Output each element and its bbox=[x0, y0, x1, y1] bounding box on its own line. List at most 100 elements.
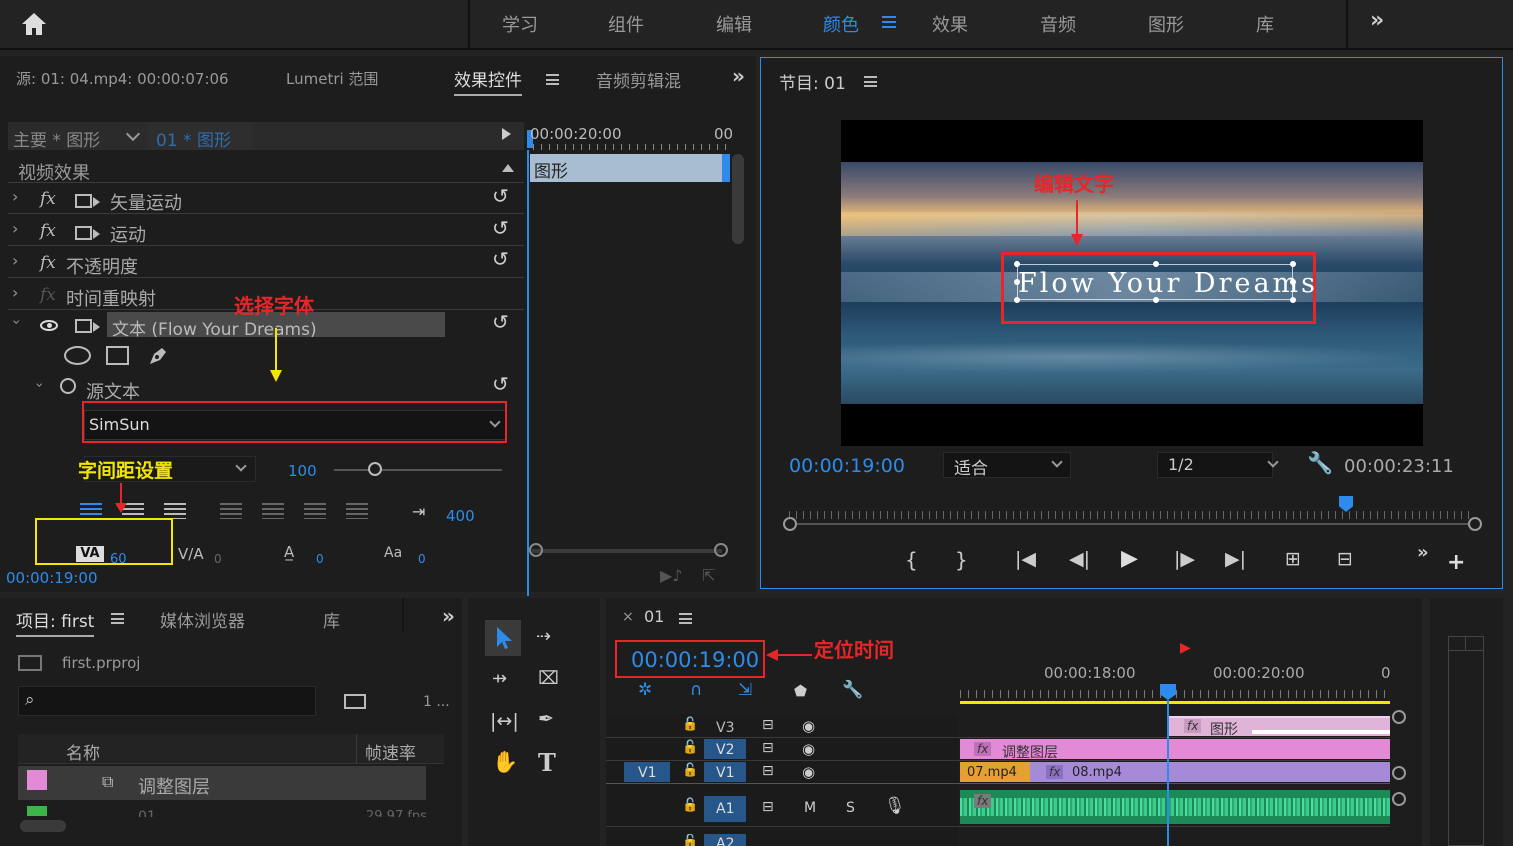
tab-media-browser[interactable]: 媒体浏览器 bbox=[160, 607, 245, 632]
horizontal-scrollbar[interactable] bbox=[532, 549, 722, 553]
go-to-out-icon[interactable]: ▶| bbox=[1225, 548, 1246, 570]
track-v1[interactable]: V1 bbox=[716, 765, 734, 781]
expand-chevron-icon[interactable]: › bbox=[12, 251, 18, 270]
baseline-value[interactable]: 0 bbox=[316, 552, 324, 566]
magnet-icon[interactable]: ∩ bbox=[690, 680, 702, 700]
nav-audio[interactable]: 音频 bbox=[1040, 11, 1076, 37]
ripple-edit-icon[interactable]: ⇸ bbox=[492, 668, 507, 689]
hand-icon[interactable]: ✋ bbox=[492, 750, 518, 775]
new-bin-icon[interactable] bbox=[344, 694, 366, 709]
eye-icon[interactable] bbox=[40, 320, 58, 331]
panel-more-icon[interactable]: » bbox=[732, 64, 745, 88]
track-a1[interactable]: A1 bbox=[716, 801, 734, 817]
home-icon[interactable] bbox=[18, 10, 50, 40]
timeline-timecode[interactable]: 00:00:19:00 bbox=[631, 648, 759, 672]
expand-chevron-icon[interactable]: › bbox=[12, 283, 18, 302]
play-icon[interactable]: ▶ bbox=[1121, 546, 1138, 571]
transform-icon[interactable] bbox=[75, 319, 92, 333]
expand-chevron-icon[interactable]: › bbox=[12, 219, 18, 238]
collapse-chevron-icon[interactable]: › bbox=[31, 382, 47, 388]
tsume-value[interactable]: 0 bbox=[418, 552, 426, 566]
video-frame[interactable]: Flow Your Dreams bbox=[841, 120, 1423, 446]
step-back-icon[interactable]: ◀| bbox=[1069, 548, 1090, 570]
lift-icon[interactable]: ⊞ bbox=[1285, 548, 1301, 570]
add-button-icon[interactable]: + bbox=[1447, 550, 1465, 575]
align-right-icon[interactable] bbox=[164, 503, 186, 519]
reset-icon[interactable]: ↺ bbox=[492, 310, 509, 334]
nav-color-menu-icon[interactable] bbox=[882, 16, 896, 28]
step-forward-icon[interactable]: |▶ bbox=[1174, 548, 1195, 570]
mic-icon[interactable]: 🎙 bbox=[884, 796, 906, 816]
sync-icon[interactable]: ⊟ bbox=[762, 763, 774, 779]
pen-icon[interactable]: ✒ bbox=[538, 708, 554, 730]
track-select-icon[interactable]: ⇢ bbox=[536, 626, 551, 647]
horizontal-scrollbar[interactable] bbox=[20, 820, 66, 832]
sync-icon[interactable]: ⊟ bbox=[762, 740, 774, 756]
ellipse-tool-icon[interactable] bbox=[64, 346, 91, 365]
lock-icon[interactable]: 🔓 bbox=[682, 740, 698, 755]
column-frame-rate[interactable]: 帧速率 bbox=[365, 739, 416, 764]
eye-icon[interactable]: ◉ bbox=[802, 740, 815, 758]
extract-icon[interactable]: ⊟ bbox=[1337, 548, 1353, 570]
rectangle-tool-icon[interactable] bbox=[106, 346, 129, 365]
razor-icon[interactable]: ⌧ bbox=[538, 668, 559, 689]
scrub-bar[interactable] bbox=[789, 511, 1475, 519]
lock-icon[interactable]: 🔓 bbox=[682, 798, 698, 813]
export-frame-icon[interactable]: ⇱ bbox=[702, 566, 715, 585]
font-size-value[interactable]: 100 bbox=[288, 462, 317, 480]
lock-icon[interactable]: 🔓 bbox=[682, 717, 698, 732]
tab-stop-icon[interactable]: ⇥ bbox=[412, 502, 425, 521]
collapse-up-icon[interactable] bbox=[502, 164, 514, 172]
color-label[interactable] bbox=[27, 806, 47, 816]
stopwatch-icon[interactable] bbox=[60, 378, 76, 394]
reset-icon[interactable]: ↺ bbox=[492, 216, 509, 240]
justify-4-icon[interactable] bbox=[346, 503, 368, 519]
expand-chevron-icon[interactable]: › bbox=[12, 187, 18, 206]
nav-more-icon[interactable]: » bbox=[1370, 8, 1384, 33]
nav-edit[interactable]: 编辑 bbox=[716, 11, 752, 37]
linked-selection-icon[interactable]: ⇲ bbox=[738, 680, 752, 700]
baseline-icon[interactable]: A̲ bbox=[284, 543, 294, 561]
mark-in-icon[interactable]: { bbox=[905, 548, 918, 572]
wrench-icon[interactable]: 🔧 bbox=[1307, 451, 1333, 476]
tab-library[interactable]: 库 bbox=[323, 607, 340, 632]
panel-menu-icon[interactable] bbox=[679, 613, 692, 624]
justify-2-icon[interactable] bbox=[262, 503, 284, 519]
reset-icon[interactable]: ↺ bbox=[492, 247, 509, 271]
tab-menu-icon[interactable] bbox=[546, 74, 559, 85]
play-triangle-icon[interactable] bbox=[502, 128, 511, 140]
tab-width-value[interactable]: 400 bbox=[446, 507, 475, 525]
snap-insert-icon[interactable]: ✲ bbox=[638, 680, 652, 700]
nav-effects[interactable]: 效果 bbox=[932, 11, 968, 37]
close-icon[interactable]: × bbox=[622, 609, 634, 625]
list-item-adjustment-layer[interactable] bbox=[18, 766, 426, 800]
slider-handle[interactable] bbox=[368, 462, 382, 476]
column-name[interactable]: 名称 bbox=[66, 739, 100, 764]
solo-button[interactable]: S bbox=[846, 800, 855, 816]
pen-tool-icon[interactable] bbox=[146, 344, 170, 368]
mute-button[interactable]: M bbox=[804, 800, 816, 816]
transform-icon[interactable] bbox=[75, 226, 92, 240]
nav-graphics[interactable]: 图形 bbox=[1148, 11, 1184, 37]
tab-audio-mixer[interactable]: 音频剪辑混 bbox=[596, 67, 681, 92]
vertical-scrollbar[interactable] bbox=[732, 154, 744, 244]
tracking-value[interactable]: 0 bbox=[214, 552, 222, 566]
align-left-icon[interactable] bbox=[80, 503, 102, 519]
panel-more-icon[interactable]: » bbox=[442, 604, 455, 628]
nav-learn[interactable]: 学习 bbox=[502, 11, 538, 37]
panel-menu-icon[interactable] bbox=[864, 76, 877, 87]
sync-icon[interactable]: ⊟ bbox=[762, 717, 774, 733]
tab-source[interactable]: 源: 01: 04.mp4: 00:00:07:06 bbox=[16, 68, 229, 89]
program-timecode[interactable]: 00:00:19:00 bbox=[789, 455, 905, 477]
more-icon[interactable]: » bbox=[1417, 542, 1429, 563]
panel-menu-icon[interactable] bbox=[111, 613, 124, 624]
tracking-icon[interactable]: V/A bbox=[178, 545, 204, 563]
track-v2[interactable]: V2 bbox=[716, 742, 734, 758]
font-size-slider[interactable] bbox=[334, 469, 502, 471]
justify-3-icon[interactable] bbox=[304, 503, 326, 519]
justify-1-icon[interactable] bbox=[220, 503, 242, 519]
folder-up-icon[interactable] bbox=[18, 655, 42, 671]
transform-icon[interactable] bbox=[75, 194, 92, 208]
tsume-icon[interactable]: Aa bbox=[384, 545, 402, 561]
settings-wrench-icon[interactable]: 🔧 bbox=[842, 680, 863, 700]
